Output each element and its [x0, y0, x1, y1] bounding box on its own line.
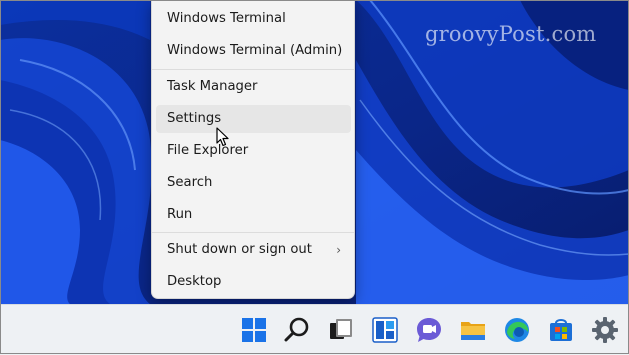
menu-item-label: Windows Terminal (Admin) [167, 43, 343, 58]
menu-item-file-explorer[interactable]: File Explorer [156, 137, 351, 165]
file-explorer-icon[interactable] [458, 315, 488, 345]
chevron-right-icon: › [336, 243, 341, 257]
microsoft-store-icon[interactable] [546, 315, 576, 345]
menu-item-label: Search [167, 175, 213, 190]
mouse-pointer-icon [216, 127, 230, 151]
taskbar [0, 304, 629, 355]
quick-link-context-menu: Windows Terminal Windows Terminal (Admin… [151, 0, 355, 299]
menu-item-settings[interactable]: Settings [156, 105, 351, 133]
menu-item-windows-terminal[interactable]: Windows Terminal [156, 5, 351, 33]
settings-gear-icon[interactable] [590, 315, 620, 345]
menu-item-label: Shut down or sign out [167, 242, 312, 257]
task-view-icon[interactable] [326, 315, 356, 345]
menu-item-task-manager[interactable]: Task Manager [156, 73, 351, 101]
menu-item-desktop[interactable]: Desktop [156, 268, 351, 296]
menu-item-label: Task Manager [167, 79, 258, 94]
menu-item-label: File Explorer [167, 143, 249, 158]
menu-item-label: Windows Terminal [167, 11, 286, 26]
menu-item-shut-down-or-sign-out[interactable]: Shut down or sign out › [156, 236, 351, 264]
menu-item-label: Desktop [167, 274, 222, 289]
edge-browser-icon[interactable] [502, 315, 532, 345]
menu-item-run[interactable]: Run [156, 201, 351, 229]
watermark-text: groovyPost.com [425, 22, 597, 46]
menu-separator [152, 69, 354, 70]
menu-item-search[interactable]: Search [156, 169, 351, 197]
menu-item-label: Settings [167, 111, 222, 126]
menu-separator [152, 232, 354, 233]
widgets-icon[interactable] [370, 315, 400, 345]
menu-item-label: Run [167, 207, 193, 222]
teams-chat-icon[interactable] [414, 315, 444, 345]
windows-start-icon[interactable] [239, 315, 269, 345]
search-icon[interactable] [282, 315, 312, 345]
menu-item-windows-terminal-admin[interactable]: Windows Terminal (Admin) [156, 37, 351, 65]
